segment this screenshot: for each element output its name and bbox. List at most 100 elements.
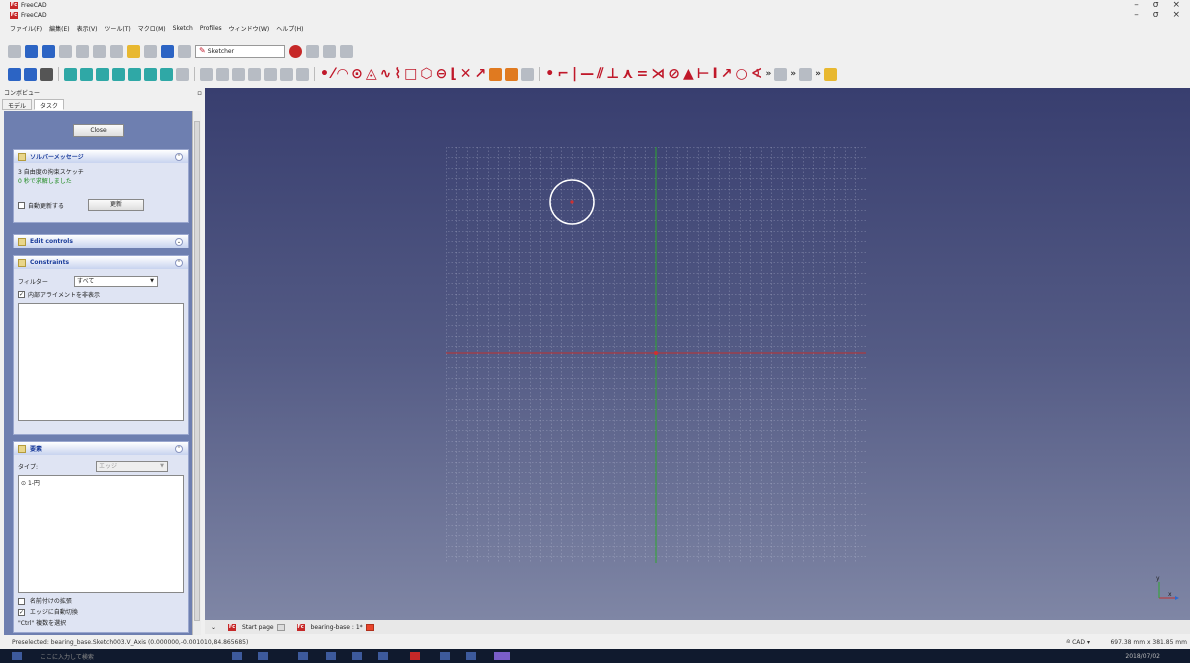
menu-sketch[interactable]: Sketch <box>173 25 193 32</box>
app-icon[interactable] <box>466 652 476 660</box>
circle-icon[interactable]: ⊙ <box>351 67 363 81</box>
auto-update-checkbox[interactable] <box>18 201 25 209</box>
whats-this-icon[interactable] <box>178 44 191 58</box>
file-explorer-icon[interactable] <box>258 652 268 660</box>
edge-browser-icon[interactable] <box>298 652 308 660</box>
constrain-tangent-icon[interactable]: ⋏ <box>622 67 633 81</box>
inner-restore-button[interactable]: σ <box>1153 10 1159 20</box>
menu-view[interactable]: 表示(V) <box>77 24 98 33</box>
menu-edit[interactable]: 編集(E) <box>49 24 69 33</box>
update-button[interactable]: 更新 <box>88 199 145 211</box>
menu-help[interactable]: ヘルプ(H) <box>276 24 303 33</box>
save-as-icon[interactable] <box>59 44 72 58</box>
task-view-icon[interactable] <box>232 652 242 660</box>
3d-viewport[interactable]: y x <box>205 88 1190 620</box>
section-view-icon[interactable] <box>296 67 309 81</box>
constrain-vertical-icon[interactable]: | <box>572 67 577 81</box>
tab-model[interactable]: モデル <box>2 99 33 110</box>
constrain-symmetric-icon[interactable]: ⋊ <box>651 67 665 81</box>
inner-close-button[interactable]: × <box>1172 10 1180 20</box>
list-item[interactable]: ⊙ 1-円 <box>21 478 181 487</box>
menu-windows[interactable]: ウィンドウ(W) <box>229 24 270 33</box>
sketch-canvas[interactable]: y x <box>205 88 1190 620</box>
new-document-icon[interactable] <box>8 44 21 58</box>
menu-macro[interactable]: マクロ(M) <box>138 24 166 33</box>
view-rear-icon[interactable] <box>128 67 141 81</box>
conic-icon[interactable]: ◬ <box>366 67 377 81</box>
sketcher-bspline-tools-icon[interactable] <box>799 67 813 81</box>
store-icon[interactable] <box>326 652 336 660</box>
float-panel-icon[interactable]: ▫ <box>197 89 202 97</box>
view-bottom-icon[interactable] <box>144 67 157 81</box>
sketcher-virtual-space-icon[interactable] <box>823 67 837 81</box>
outer-restore-button[interactable]: σ <box>1153 0 1159 10</box>
construction-mode-icon[interactable] <box>521 67 535 81</box>
constrain-coincident-icon[interactable]: • <box>545 67 554 81</box>
tab-tasks[interactable]: タスク <box>34 99 65 110</box>
toolbar-more-icon[interactable]: » <box>815 67 821 81</box>
rectangle-icon[interactable]: □ <box>404 67 417 81</box>
select-constraints-icon[interactable] <box>774 67 788 81</box>
execute-macro-icon[interactable] <box>340 44 353 58</box>
constraints-header[interactable]: Constraints ⌃ <box>14 256 188 269</box>
collapse-icon[interactable]: ⌃ <box>175 152 183 161</box>
menu-tools[interactable]: ツール(T) <box>104 24 130 33</box>
constrain-vertical-distance-icon[interactable]: I <box>713 67 718 81</box>
stop-macro-icon[interactable] <box>306 44 319 58</box>
polyline-icon[interactable]: ⌇ <box>394 67 401 81</box>
collapse-icon[interactable]: ⌃ <box>175 258 183 267</box>
mail-icon[interactable] <box>352 652 362 660</box>
fit-all-icon[interactable] <box>8 67 21 81</box>
constrain-parallel-icon[interactable]: ⫽ <box>597 67 603 81</box>
trim-icon[interactable]: ✕ <box>460 67 472 81</box>
origin-point[interactable] <box>654 351 658 355</box>
constrain-equal-icon[interactable]: = <box>636 67 648 81</box>
extended-naming-checkbox[interactable] <box>18 598 25 605</box>
refresh-icon[interactable] <box>161 44 174 58</box>
draw-style-icon[interactable] <box>40 67 53 81</box>
leave-sketch-icon[interactable] <box>248 67 261 81</box>
auto-switch-edge-checkbox[interactable]: ✓ <box>18 609 25 616</box>
outer-minimize-button[interactable]: – <box>1134 0 1139 10</box>
start-menu-icon[interactable] <box>12 652 22 660</box>
paste-icon[interactable] <box>110 44 123 58</box>
workbench-selector[interactable]: ✎ Sketcher <box>195 44 285 58</box>
elements-list[interactable]: ⊙ 1-円 <box>18 475 184 593</box>
collapse-icon[interactable]: ⌃ <box>175 444 183 453</box>
app-icon[interactable] <box>494 652 510 660</box>
fillet-icon[interactable]: ⌊ <box>450 67 456 81</box>
close-button[interactable]: Close <box>73 124 124 137</box>
point-icon[interactable]: • <box>320 67 329 81</box>
macros-icon[interactable] <box>323 44 336 58</box>
fit-selection-icon[interactable] <box>24 67 37 81</box>
open-icon[interactable] <box>25 44 38 58</box>
constrain-perpendicular-icon[interactable]: ⊥ <box>606 67 619 81</box>
bspline-icon[interactable]: ∿ <box>380 67 392 81</box>
menu-file[interactable]: ファイル(F) <box>10 24 42 33</box>
tab-bearing-base[interactable]: Fc bearing-base : 1* <box>296 623 374 631</box>
task-panel-scrollbar[interactable] <box>192 111 201 635</box>
constrain-horizontal-distance-icon[interactable]: ⊢ <box>697 67 710 81</box>
constrain-point-on-object-icon[interactable]: ⌐ <box>557 67 569 81</box>
hide-internal-checkbox[interactable]: ✓ <box>18 291 25 298</box>
freecad-taskbar-icon[interactable] <box>410 652 420 660</box>
navigation-style-button[interactable]: ⍝ CAD ▾ <box>1066 638 1090 646</box>
view-sketch-icon[interactable] <box>264 67 277 81</box>
elements-header[interactable]: 要素 ⌃ <box>14 442 188 455</box>
close-tab-icon[interactable] <box>276 623 285 631</box>
map-sketch-icon[interactable] <box>280 67 293 81</box>
external-geometry-icon[interactable] <box>489 67 503 81</box>
group-icon[interactable] <box>216 67 229 81</box>
view-top-icon[interactable] <box>96 67 109 81</box>
constrain-horizontal-icon[interactable]: — <box>580 67 594 81</box>
outer-close-button[interactable]: × <box>1172 0 1180 10</box>
measure-distance-icon[interactable] <box>176 67 189 81</box>
circle-center-point[interactable] <box>570 200 574 204</box>
app-icon[interactable] <box>440 652 450 660</box>
cut-icon[interactable] <box>76 44 89 58</box>
undo-icon[interactable] <box>127 44 140 58</box>
arc-icon[interactable]: ◠ <box>337 67 348 81</box>
expand-icon[interactable]: ⌄ <box>175 237 183 246</box>
close-tab-icon[interactable] <box>365 623 374 631</box>
view-isometric-icon[interactable] <box>64 67 77 81</box>
